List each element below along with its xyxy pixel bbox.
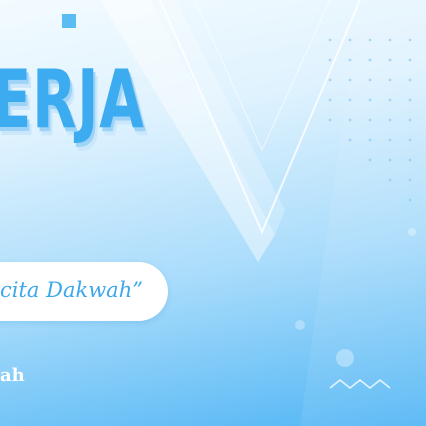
decor-bubble-small xyxy=(295,320,305,330)
decor-bubble-large xyxy=(336,349,354,367)
banner-title: ERJA xyxy=(0,53,145,146)
footer-text: ah xyxy=(0,365,25,386)
decor-small-square xyxy=(62,14,76,28)
theme-text: cita Dakwah” xyxy=(0,278,143,302)
decor-right-panel xyxy=(300,0,426,426)
decor-bubble-tiny xyxy=(408,228,416,236)
banner-canvas: ERJA cita Dakwah” ah xyxy=(0,0,426,426)
decor-light-band-2 xyxy=(150,0,285,235)
